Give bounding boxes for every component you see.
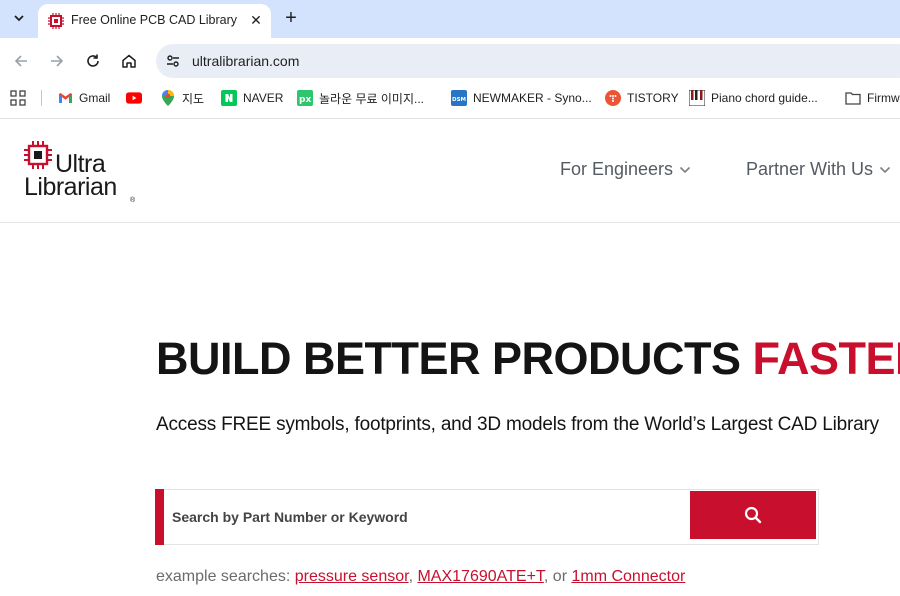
bookmark-newmaker[interactable]: DSM NEWMAKER - Syno...: [451, 88, 592, 108]
url-text[interactable]: ultralibrarian.com: [192, 53, 299, 69]
apps-grid-icon: [10, 90, 26, 106]
search-icon: [744, 506, 762, 524]
forward-button[interactable]: [45, 49, 69, 73]
bookmark-tistory[interactable]: TISTORY: [605, 88, 679, 108]
example-link-1mm-connector[interactable]: 1mm Connector: [571, 568, 685, 585]
piano-icon: [689, 90, 705, 106]
bookmark-label: Firmw: [867, 91, 900, 105]
nav-label: For Engineers: [560, 159, 674, 179]
bookmark-folder[interactable]: Firmw: [845, 88, 900, 108]
bookmark-piano[interactable]: Piano chord guide...: [689, 88, 818, 108]
chevron-down-icon: [679, 166, 691, 174]
arrow-left-icon: [14, 55, 27, 67]
bookmark-pixabay[interactable]: px 놀라운 무료 이미지...: [297, 88, 424, 108]
address-bar[interactable]: ultralibrarian.com: [156, 44, 900, 78]
bookmarks-separator: [41, 90, 42, 106]
bookmark-youtube[interactable]: [126, 88, 148, 108]
dsm-icon: DSM: [451, 90, 467, 106]
browser-tabstrip: Free Online PCB CAD Library | ✕ +: [0, 0, 900, 38]
tab-title: Free Online PCB CAD Library |: [71, 13, 241, 27]
logo-trademark: ®: [130, 197, 136, 204]
hero-title: BUILD BETTER PRODUCTS FASTER: [156, 334, 900, 384]
site-info-icon[interactable]: [164, 52, 182, 70]
maps-icon: [160, 90, 176, 106]
home-button[interactable]: [117, 49, 141, 73]
part-search-form: [155, 489, 819, 545]
example-searches: example searches: pressure sensor, MAX17…: [156, 568, 685, 586]
example-link-max17690[interactable]: MAX17690ATE+T: [417, 568, 543, 585]
examples-prefix: example searches:: [156, 568, 295, 585]
search-button[interactable]: [690, 491, 816, 539]
nav-partner-with-us[interactable]: Partner With Us: [746, 159, 891, 180]
ultralibrarian-favicon-icon: [48, 13, 64, 29]
bookmark-label: NEWMAKER - Syno...: [473, 91, 592, 105]
tab-close-icon[interactable]: ✕: [246, 10, 266, 30]
part-search-input[interactable]: [172, 502, 672, 532]
tistory-icon: [605, 90, 621, 106]
nav-for-engineers[interactable]: For Engineers: [560, 159, 691, 180]
bookmark-label: TISTORY: [627, 91, 679, 105]
chevron-down-icon: [879, 166, 891, 174]
bookmark-gmail[interactable]: Gmail: [57, 88, 110, 108]
reload-button[interactable]: [81, 49, 105, 73]
bookmark-label: 지도: [182, 91, 205, 106]
home-icon: [122, 54, 136, 68]
svg-text:px: px: [299, 95, 311, 105]
bookmark-label: 놀라운 무료 이미지...: [319, 91, 424, 106]
hero-title-accent: FASTER: [752, 333, 900, 384]
bookmark-maps[interactable]: 지도: [160, 88, 204, 108]
search-accent-bar: [155, 489, 164, 545]
naver-icon: [221, 90, 237, 106]
bookmark-label: Gmail: [79, 91, 111, 105]
bookmarks-bar: Gmail 지도 NAVER px 놀라운 무료 이미지... DSM NEWM…: [0, 84, 900, 112]
pixabay-icon: px: [297, 90, 313, 106]
bookmark-naver[interactable]: NAVER: [221, 88, 283, 108]
gmail-icon: [57, 90, 73, 106]
apps-button[interactable]: [10, 88, 26, 108]
arrow-right-icon: [51, 55, 64, 67]
nav-label: Partner With Us: [746, 159, 874, 179]
bookmark-label: NAVER: [243, 91, 284, 105]
active-tab[interactable]: Free Online PCB CAD Library | ✕: [38, 4, 271, 38]
svg-text:DSM: DSM: [452, 97, 466, 103]
examples-separator: , or: [543, 568, 572, 585]
chip-logo-icon: [24, 141, 52, 169]
example-link-pressure-sensor[interactable]: pressure sensor: [295, 568, 409, 585]
new-tab-button[interactable]: +: [280, 7, 302, 29]
folder-icon: [845, 90, 861, 106]
back-button[interactable]: [9, 49, 33, 73]
reload-icon: [87, 54, 99, 67]
logo-text-librarian: Librarian: [24, 173, 117, 201]
youtube-icon: [126, 90, 142, 106]
hero-title-main: BUILD BETTER PRODUCTS: [156, 333, 741, 384]
site-header: Ultra Librarian ® For Engineers Partner …: [0, 119, 900, 223]
chevron-down-icon: [14, 15, 24, 22]
bookmark-label: Piano chord guide...: [711, 91, 818, 105]
tab-search-button[interactable]: [7, 7, 31, 29]
ultra-librarian-logo[interactable]: Ultra Librarian ®: [24, 141, 139, 204]
browser-toolbar: ultralibrarian.com: [0, 38, 900, 84]
hero-subtitle: Access FREE symbols, footprints, and 3D …: [156, 414, 879, 435]
